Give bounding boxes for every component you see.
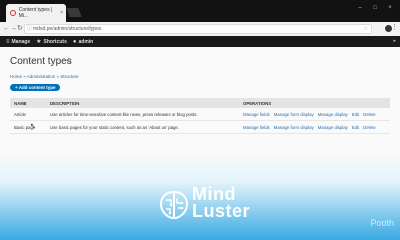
shortcut-star-icon[interactable]: ☆ xyxy=(65,56,72,65)
edit-link[interactable]: Edit xyxy=(352,112,359,117)
window-controls: – □ × xyxy=(354,4,396,12)
cell-name: Basic page xyxy=(10,120,46,134)
logo-line-2: Luster xyxy=(192,201,251,221)
address-bar-row: ← → ↻ ⓘ mdsd.pe/admin/structure/types ☆ … xyxy=(0,22,400,37)
reload-icon[interactable]: ↻ xyxy=(17,24,23,34)
drupal-favicon-icon xyxy=(10,10,16,16)
menu-icon: ≡ xyxy=(6,38,10,45)
page-info-icon[interactable]: ⓘ xyxy=(27,25,32,33)
brain-logo-icon xyxy=(159,190,189,219)
maximize-icon[interactable]: □ xyxy=(369,4,381,12)
cell-description: Use basic pages for your static content,… xyxy=(46,120,239,134)
table-row: Basic page Use basic pages for your stat… xyxy=(10,120,390,134)
column-header-name: NAME xyxy=(10,98,46,108)
cell-description: Use articles for time-sensitive content … xyxy=(46,108,239,121)
browser-menu-icon[interactable]: ⋮ xyxy=(391,23,398,31)
manage-form-display-link[interactable]: Manage form display xyxy=(274,125,314,130)
corner-watermark: Pooth xyxy=(370,218,394,228)
tab-title: Content types | Mi... xyxy=(18,7,53,19)
page-title: Content types xyxy=(10,56,72,67)
user-icon: ● xyxy=(72,38,77,45)
admin-toolbar: ≡ Manage ★ Shortcuts ● admin ▸ xyxy=(0,36,400,47)
manage-form-display-link[interactable]: Manage form display xyxy=(274,112,314,117)
toolbar-orientation-icon[interactable]: ▸ xyxy=(393,38,396,44)
column-header-description: DESCRIPTION xyxy=(46,98,239,108)
column-header-operations: OPERATIONS xyxy=(239,98,390,108)
brand-logo-text: Mind Luster xyxy=(192,185,251,221)
manage-display-link[interactable]: Manage display xyxy=(318,125,348,130)
star-icon: ★ xyxy=(36,39,42,45)
toolbar-manage[interactable]: ≡ Manage xyxy=(6,39,30,45)
minimize-icon[interactable]: – xyxy=(354,4,366,12)
tab-close-icon[interactable]: × xyxy=(60,10,63,16)
content-types-table: NAME DESCRIPTION OPERATIONS Article Use … xyxy=(10,98,390,134)
cell-operations: Manage fields Manage form display Manage d… xyxy=(239,120,390,134)
edit-link[interactable]: Edit xyxy=(352,125,359,130)
arrow-right-icon[interactable]: → xyxy=(10,24,17,34)
arrow-left-icon[interactable]: ← xyxy=(3,24,10,34)
url-input[interactable]: ⓘ mdsd.pe/admin/structure/types ☆ xyxy=(24,24,372,34)
toolbar-shortcuts[interactable]: ★ Shortcuts xyxy=(36,38,67,46)
delete-link[interactable]: Delete xyxy=(363,125,375,130)
bookmark-star-icon[interactable]: ☆ xyxy=(364,25,368,33)
manage-display-link[interactable]: Manage display xyxy=(318,112,348,117)
url-text: mdsd.pe/admin/structure/types xyxy=(33,26,102,32)
delete-link[interactable]: Delete xyxy=(363,112,375,117)
breadcrumb[interactable]: Home » Administration » Structure xyxy=(10,74,79,79)
close-window-icon[interactable]: × xyxy=(384,4,396,12)
manage-fields-link[interactable]: Manage fields xyxy=(243,112,270,117)
mouse-cursor-icon: ↖ xyxy=(30,123,36,130)
add-content-type-button[interactable]: + Add content type xyxy=(10,84,61,91)
table-row: Article Use articles for time-sensitive … xyxy=(10,108,390,121)
browser-tab[interactable]: Content types | Mi... × xyxy=(6,4,66,22)
new-tab-button[interactable] xyxy=(66,8,82,17)
manage-fields-link[interactable]: Manage fields xyxy=(243,125,270,130)
toolbar-user[interactable]: ● admin xyxy=(73,39,93,45)
table-header-row: NAME DESCRIPTION OPERATIONS xyxy=(10,98,390,108)
cell-operations: Manage fields Manage form display Manage d… xyxy=(239,108,390,121)
cell-name: Article xyxy=(10,108,46,121)
